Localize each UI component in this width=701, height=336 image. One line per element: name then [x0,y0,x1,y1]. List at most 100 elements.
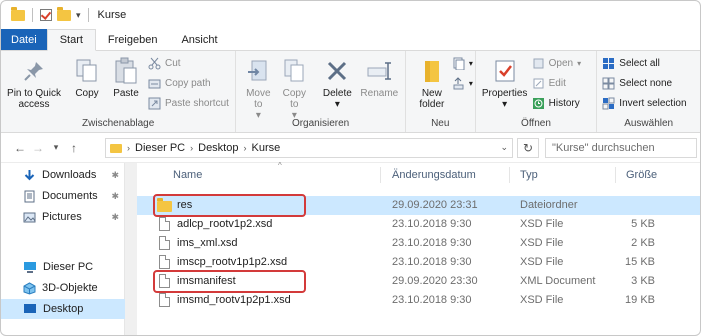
delete-label: Delete [322,88,352,99]
invert-selection-icon [602,97,615,110]
window-title: Kurse [97,9,127,21]
move-to-icon [244,57,272,85]
history-label: History [548,98,580,109]
breadcrumb-kurse[interactable]: Kurse [251,142,280,154]
paste-label: Paste [113,88,139,99]
chevron-down-icon: ▾ [468,79,473,88]
search-input[interactable]: "Kurse" durchsuchen [545,138,697,158]
select-all-button[interactable]: Select all [602,57,660,70]
delete-button[interactable]: Delete ▾ [320,57,354,110]
open-button[interactable]: Open ▾ [532,57,581,70]
nav-item-pictures[interactable]: Pictures ✱ [1,207,125,227]
copy-to-button[interactable]: Copy to ▾ [278,57,310,121]
forward-arrow-icon[interactable]: → [29,141,47,155]
breadcrumb-desktop[interactable]: Desktop [198,142,238,154]
file-type: XSD File [520,256,564,268]
document-icon [157,255,171,270]
cut-button[interactable]: Cut [148,57,181,70]
select-all-icon [602,57,615,70]
properties-label: Properties [481,88,528,99]
pin-icon[interactable]: ✱ [111,212,119,223]
file-row[interactable]: imsmd_rootv1p2p1.xsd 23.10.2018 9:30 XSD… [137,291,700,310]
properties-check-icon[interactable] [40,9,52,21]
select-none-label: Select none [619,78,673,89]
nav-item-desktop[interactable]: Desktop [1,299,125,319]
tab-freigeben[interactable]: Freigeben [96,29,170,50]
customize-quick-access-icon[interactable]: ▾ [76,10,81,21]
file-row[interactable]: ims_xml.xsd 23.10.2018 9:30 XSD File 2 K… [137,234,700,253]
move-to-button[interactable]: Move to ▾ [242,57,274,121]
nav-item-documents[interactable]: Documents ✱ [1,186,125,206]
new-group-label: Neu [431,118,450,129]
divider [32,8,33,22]
refresh-icon[interactable]: ↻ [517,138,539,158]
rename-button[interactable]: Rename [358,57,400,99]
properties-icon [491,57,519,85]
select-group-label: Auswählen [624,118,674,129]
folder-icon [11,6,25,21]
edit-button[interactable]: Edit [532,77,566,90]
easy-access-icon [452,77,465,90]
column-header-type[interactable]: Typ [520,169,538,181]
column-header-modified[interactable]: Änderungsdatum [392,169,476,181]
copy-button[interactable]: Copy [71,57,103,99]
file-name: adlcp_rootv1p2.xsd [177,218,273,230]
column-header-size[interactable]: Größe [626,169,657,181]
nav-item-label: Documents [42,190,98,202]
nav-item-downloads[interactable]: Downloads ✱ [1,165,125,185]
paste-shortcut-button[interactable]: Paste shortcut [148,97,229,110]
pin-icon [20,57,48,85]
file-row[interactable]: adlcp_rootv1p2.xsd 23.10.2018 9:30 XSD F… [137,215,700,234]
chevron-down-icon: ▾ [577,59,582,68]
nav-item-label: 3D-Objekte [42,282,98,294]
file-type: XSD File [520,237,564,249]
divider [87,8,89,22]
folder-icon [110,143,122,153]
easy-access-button[interactable]: ▾ [452,77,473,90]
new-folder-icon[interactable] [57,6,71,21]
highlight-box-imsmanifest [153,270,306,293]
open-label: Open [548,58,574,69]
new-folder-button[interactable]: New folder [414,57,450,110]
breadcrumb-this-pc[interactable]: Dieser PC [135,142,185,154]
copy-path-icon [148,77,161,90]
tab-ansicht[interactable]: Ansicht [169,29,229,50]
paste-button[interactable]: Paste [109,57,143,99]
select-none-button[interactable]: Select none [602,77,672,90]
file-size: 19 KB [625,294,655,306]
pin-icon[interactable]: ✱ [111,191,119,202]
properties-button[interactable]: Properties ▾ [480,57,530,110]
document-icon [157,217,171,232]
column-divider[interactable] [380,167,381,183]
column-divider[interactable] [509,167,510,183]
tab-start[interactable]: Start [46,29,96,51]
column-divider[interactable] [615,167,616,183]
invert-selection-button[interactable]: Invert selection [602,97,687,110]
select-none-icon [602,77,615,90]
tab-datei[interactable]: Datei [1,29,47,50]
recent-locations-icon[interactable]: ▾ [47,142,65,153]
nav-item-this-pc[interactable]: Dieser PC [1,257,125,277]
nav-scrollbar[interactable] [125,163,137,335]
history-button[interactable]: History [532,97,580,110]
file-modified: 23.10.2018 9:30 [392,294,472,306]
nav-item-3d-objects[interactable]: 3D-Objekte [1,278,125,298]
column-header-name[interactable]: Name [173,169,202,181]
address-bar[interactable]: › Dieser PC › Desktop › Kurse ⌄ [105,138,513,158]
address-history-dropdown-icon[interactable]: ⌄ [500,142,508,153]
move-to-label: Move to [246,88,271,110]
nav-item-label: Downloads [42,169,97,181]
copy-path-button[interactable]: Copy path [148,77,211,90]
pin-icon[interactable]: ✱ [111,170,119,181]
copy-path-label: Copy path [165,78,211,89]
file-name: imsmd_rootv1p2p1.xsd [177,294,291,306]
back-arrow-icon[interactable]: ← [11,141,29,155]
file-type: XSD File [520,218,564,230]
file-size: 5 KB [631,218,655,230]
up-arrow-icon[interactable]: ↑ [65,141,83,155]
rename-icon [365,57,393,85]
new-item-button[interactable]: ▾ [452,57,473,71]
pin-to-quick-access-button[interactable]: Pin to Quick access [7,57,61,110]
nav-item-label: Pictures [42,211,82,223]
copy-icon [73,57,101,85]
